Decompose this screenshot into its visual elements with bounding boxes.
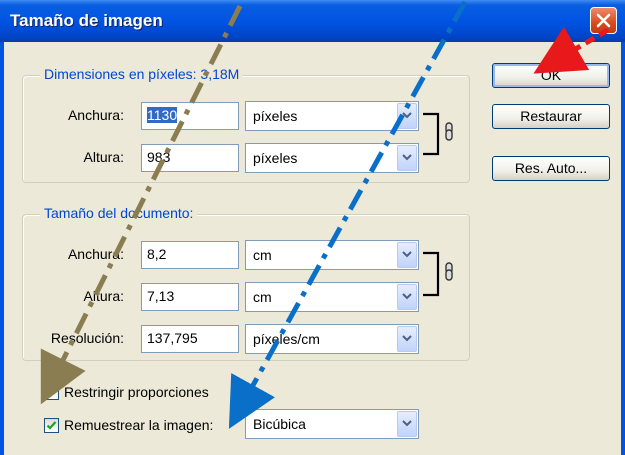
reset-button[interactable]: Restaurar xyxy=(492,104,610,129)
resolution-label: Resolución: xyxy=(50,330,124,346)
constrain-proportions-checkbox[interactable] xyxy=(44,385,59,400)
doc-width-label: Anchura: xyxy=(67,246,124,262)
close-icon xyxy=(596,13,611,28)
chevron-down-icon[interactable] xyxy=(397,242,417,268)
doc-width-unit-value: cm xyxy=(253,247,272,263)
resample-method-value: Bicúbica xyxy=(253,416,306,432)
chevron-down-icon[interactable] xyxy=(397,411,417,437)
close-button[interactable] xyxy=(590,7,617,34)
doc-width-input[interactable]: 8,2 xyxy=(141,241,239,269)
resolution-unit-value: píxeles/cm xyxy=(253,331,320,347)
doc-height-label: Altura: xyxy=(83,288,124,304)
doc-width-unit-select[interactable]: cm xyxy=(245,240,419,270)
pixel-height-label: Altura: xyxy=(83,149,124,165)
window-border-right xyxy=(621,42,625,455)
auto-resolution-button[interactable]: Res. Auto... xyxy=(492,156,610,181)
resample-image-label[interactable]: Remuestrear la imagen: xyxy=(64,417,213,433)
window-title: Tamaño de imagen xyxy=(10,11,163,30)
pixel-width-unit-value: píxeles xyxy=(253,108,298,124)
resolution-input[interactable]: 137,795 xyxy=(141,325,239,353)
ok-button[interactable]: OK xyxy=(492,63,610,88)
resample-image-checkbox[interactable] xyxy=(44,418,59,433)
pixel-height-unit-value: píxeles xyxy=(253,150,298,166)
doc-height-input[interactable]: 7,13 xyxy=(141,283,239,311)
checkmark-icon xyxy=(46,388,57,397)
pixel-width-input[interactable]: 1130 xyxy=(141,102,239,130)
doc-height-unit-select[interactable]: cm xyxy=(245,282,419,312)
chevron-down-icon[interactable] xyxy=(397,103,417,129)
title-bar: Tamaño de imagen xyxy=(0,0,625,42)
constrain-proportions-label[interactable]: Restringir proporciones xyxy=(64,384,209,400)
pixel-height-unit-select[interactable]: píxeles xyxy=(245,143,419,173)
doc-height-unit-value: cm xyxy=(253,289,272,305)
checkmark-icon xyxy=(46,421,57,430)
chevron-down-icon[interactable] xyxy=(397,284,417,310)
pixel-width-unit-select[interactable]: píxeles xyxy=(245,101,419,131)
resample-method-select[interactable]: Bicúbica xyxy=(245,409,419,439)
window-border-left xyxy=(0,42,4,455)
link-chain-icon xyxy=(423,112,453,156)
resolution-unit-select[interactable]: píxeles/cm xyxy=(245,324,419,354)
document-size-legend: Tamaño del documento: xyxy=(40,205,198,221)
pixel-width-label: Anchura: xyxy=(67,107,124,123)
chevron-down-icon[interactable] xyxy=(397,326,417,352)
link-chain-icon xyxy=(423,251,453,297)
chevron-down-icon[interactable] xyxy=(397,145,417,171)
pixel-height-input[interactable]: 983 xyxy=(141,144,239,172)
pixel-dimensions-legend: Dimensiones en píxeles: 3,18M xyxy=(40,66,244,82)
